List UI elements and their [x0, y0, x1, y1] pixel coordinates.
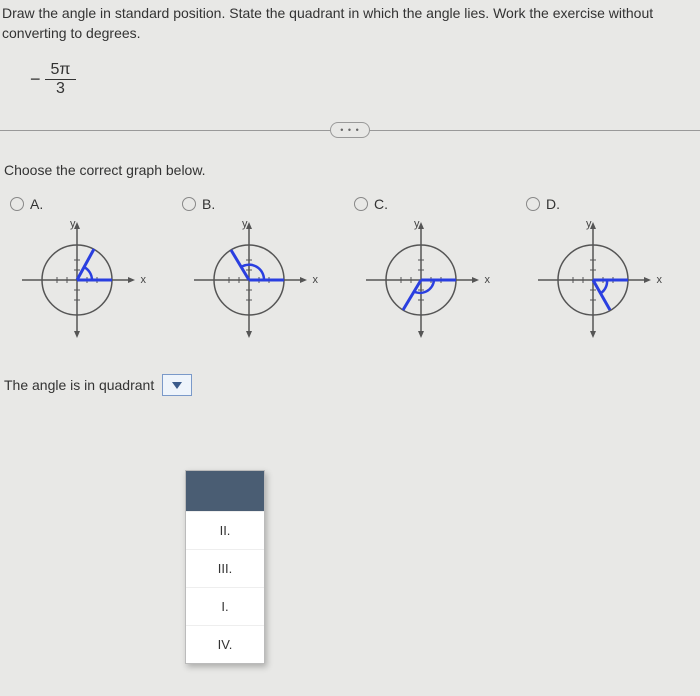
- y-axis-label: y: [586, 218, 592, 230]
- dropdown-item-iv[interactable]: IV.: [186, 625, 264, 663]
- radio-d[interactable]: [526, 197, 540, 211]
- option-d[interactable]: D. y x: [520, 196, 692, 340]
- quadrant-select[interactable]: [162, 374, 192, 396]
- option-label: A.: [30, 196, 43, 212]
- radio-a[interactable]: [10, 197, 24, 211]
- option-c[interactable]: C. y x: [348, 196, 520, 340]
- fraction-numerator: 5π: [45, 61, 77, 80]
- x-axis-label: x: [657, 274, 663, 286]
- y-axis-label: y: [70, 218, 76, 230]
- option-label: C.: [374, 196, 388, 212]
- chevron-down-icon: [172, 382, 182, 389]
- negative-sign: −: [30, 69, 41, 90]
- x-axis-label: x: [141, 274, 147, 286]
- option-label: B.: [202, 196, 215, 212]
- radio-b[interactable]: [182, 197, 196, 211]
- dropdown-item-iii[interactable]: III.: [186, 549, 264, 587]
- expand-pill[interactable]: • • •: [330, 122, 370, 138]
- graph-a: y x: [12, 220, 142, 340]
- fraction-denominator: 3: [50, 80, 71, 98]
- graph-c: y x: [356, 220, 486, 340]
- option-label: D.: [546, 196, 560, 212]
- dropdown-item-ii[interactable]: II.: [186, 511, 264, 549]
- x-axis-label: x: [313, 274, 319, 286]
- dropdown-item-blank[interactable]: [186, 471, 264, 511]
- y-axis-label: y: [242, 218, 248, 230]
- option-a[interactable]: A. y x: [4, 196, 176, 340]
- y-axis-label: y: [414, 218, 420, 230]
- graph-b: y x: [184, 220, 314, 340]
- dropdown-item-i[interactable]: I.: [186, 587, 264, 625]
- x-axis-label: x: [485, 274, 491, 286]
- quadrant-dropdown[interactable]: II. III. I. IV.: [185, 470, 265, 664]
- options-row: A. y x B. y x: [0, 190, 700, 346]
- graph-d: y x: [528, 220, 658, 340]
- option-b[interactable]: B. y x: [176, 196, 348, 340]
- section-divider: • • •: [0, 120, 700, 140]
- prompt-text: Choose the correct graph below.: [0, 144, 700, 190]
- radio-c[interactable]: [354, 197, 368, 211]
- quadrant-row: The angle is in quadrant: [0, 346, 700, 396]
- question-text: Draw the angle in standard position. Sta…: [0, 0, 700, 51]
- angle-expression: − 5π 3: [0, 51, 700, 108]
- quadrant-label: The angle is in quadrant: [4, 377, 154, 393]
